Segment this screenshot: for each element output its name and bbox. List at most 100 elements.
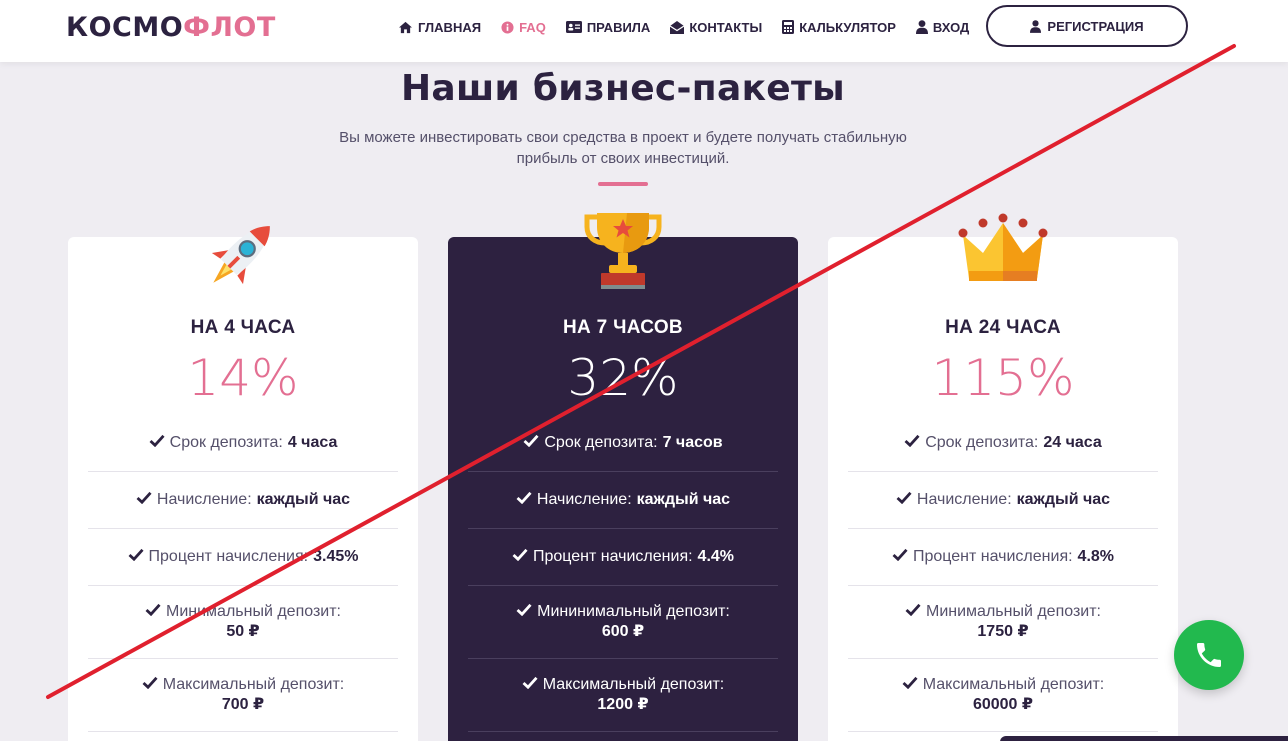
check-icon bbox=[904, 434, 920, 452]
term-row-max-deposit: Максимальный депозит: 700 ₽ bbox=[88, 659, 398, 732]
logo[interactable]: КОСМОФЛОТ bbox=[66, 12, 276, 43]
term-row-duration: Срок депозита: 4 часа bbox=[88, 415, 398, 472]
section-subtitle: Вы можете инвестировать свои средства в … bbox=[298, 127, 948, 169]
nav-login[interactable]: ВХОД bbox=[915, 18, 970, 36]
home-icon bbox=[399, 21, 412, 33]
package-title: НА 4 ЧАСА bbox=[190, 317, 296, 338]
crown-icon bbox=[958, 213, 1048, 281]
nav-contacts[interactable]: КОНТАКТЫ bbox=[670, 18, 762, 36]
check-icon bbox=[512, 548, 528, 566]
term-value: 50 ₽ bbox=[226, 623, 260, 640]
term-label: Мининимальный депозит: bbox=[537, 603, 730, 620]
phone-icon bbox=[1197, 643, 1221, 667]
package-percent: 115% bbox=[931, 349, 1075, 407]
trophy-icon bbox=[584, 213, 662, 289]
package-title: НА 7 ЧАСОВ bbox=[563, 317, 683, 338]
term-row-duration: Срок депозита: 24 часа bbox=[848, 415, 1158, 472]
check-icon bbox=[902, 676, 918, 694]
term-value: 60000 ₽ bbox=[972, 696, 1034, 713]
check-icon bbox=[905, 603, 921, 621]
rocket-icon bbox=[211, 226, 270, 285]
check-icon bbox=[522, 676, 538, 694]
check-icon bbox=[516, 603, 532, 621]
term-label: Начисление: bbox=[156, 491, 252, 508]
check-icon bbox=[136, 491, 152, 509]
info-icon bbox=[501, 20, 514, 34]
term-row-rate: Процент начисления: 3.45% bbox=[88, 529, 398, 586]
term-value: 4.8% bbox=[1077, 548, 1115, 565]
package-percent: 32% bbox=[567, 349, 679, 407]
term-value: каждый час bbox=[256, 491, 351, 508]
term-label: Процент начисления: bbox=[148, 548, 309, 565]
nav-home-label: ГЛАВНАЯ bbox=[418, 19, 482, 35]
package-card-7h[interactable]: НА 7 ЧАСОВ 32% Срок депозита: 7 часов Нач… bbox=[448, 213, 798, 741]
term-label: Процент начисления: bbox=[912, 548, 1073, 565]
nav-calculator-label: КАЛЬКУЛЯТОР bbox=[799, 19, 896, 35]
package-terms-list: Срок депозита: 4 часа Начисление: каждый ч… bbox=[88, 415, 398, 732]
term-label: Максимальный депозит: bbox=[542, 676, 725, 693]
envelope-icon bbox=[670, 20, 685, 34]
term-row-max-deposit: Максимальный депозит: 1200 ₽ bbox=[468, 659, 778, 732]
logo-part-1: КОСМО bbox=[66, 12, 184, 43]
package-card-24h[interactable]: НА 24 ЧАСА 115% Срок депозита: 24 часа На… bbox=[828, 213, 1178, 741]
check-icon bbox=[523, 434, 539, 452]
nav-calculator[interactable]: КАЛЬКУЛЯТОР bbox=[782, 18, 896, 36]
chat-widget-edge[interactable] bbox=[1000, 736, 1288, 741]
term-label: Максимальный депозит: bbox=[162, 676, 345, 693]
check-icon bbox=[145, 603, 161, 621]
term-row-min-deposit: Минимальный депозит: 50 ₽ bbox=[88, 586, 398, 659]
section-subtitle-line-1: Вы можете инвестировать свои средства в … bbox=[339, 129, 907, 146]
register-button-label: РЕГИСТРАЦИЯ bbox=[1047, 18, 1144, 34]
term-label: Срок депозита: bbox=[544, 434, 658, 451]
title-divider bbox=[598, 182, 648, 186]
term-value: 4.4% bbox=[697, 548, 735, 565]
term-label: Срок депозита: bbox=[169, 434, 283, 451]
term-row-accrual: Начисление: каждый час bbox=[468, 472, 778, 529]
user-icon bbox=[1030, 19, 1042, 33]
nav-faq-label: FAQ bbox=[519, 19, 546, 35]
nav-login-label: ВХОД bbox=[932, 19, 970, 35]
term-row-min-deposit: Мининимальный депозит: 600 ₽ bbox=[468, 586, 778, 659]
term-label: Начисление: bbox=[916, 491, 1012, 508]
term-value: 1750 ₽ bbox=[977, 623, 1029, 640]
term-value: каждый час bbox=[636, 491, 731, 508]
id-card-icon bbox=[565, 21, 582, 33]
term-value: 700 ₽ bbox=[221, 696, 265, 713]
term-value: 3.45% bbox=[313, 548, 359, 565]
term-row-accrual: Начисление: каждый час bbox=[88, 472, 398, 529]
nav-rules-label: ПРАВИЛА bbox=[586, 19, 651, 35]
term-value: 4 часа bbox=[287, 434, 338, 451]
package-percent: 14% bbox=[187, 349, 299, 407]
check-icon bbox=[896, 491, 912, 509]
term-value: 1200 ₽ bbox=[597, 696, 649, 713]
register-button[interactable]: РЕГИСТРАЦИЯ bbox=[986, 5, 1188, 47]
package-terms-list: Срок депозита: 7 часов Начисление: каждый … bbox=[468, 415, 778, 732]
check-icon bbox=[149, 434, 165, 452]
term-row-rate: Процент начисления: 4.4% bbox=[468, 529, 778, 586]
term-label: Начисление: bbox=[536, 491, 632, 508]
site-header: КОСМОФЛОТ ГЛАВНАЯ FAQ ПРАВИЛА КОНТАКТЫ К… bbox=[0, 0, 1288, 62]
term-value: 7 часов bbox=[662, 434, 723, 451]
check-icon bbox=[142, 676, 158, 694]
term-row-max-deposit: Максимальный депозит: 60000 ₽ bbox=[848, 659, 1158, 732]
term-row-accrual: Начисление: каждый час bbox=[848, 472, 1158, 529]
package-terms-list: Срок депозита: 24 часа Начисление: каждый … bbox=[848, 415, 1158, 732]
calculator-icon bbox=[782, 20, 795, 34]
term-row-min-deposit: Минимальный депозит: 1750 ₽ bbox=[848, 586, 1158, 659]
term-value: каждый час bbox=[1016, 491, 1111, 508]
check-icon bbox=[892, 548, 908, 566]
term-label: Максимальный депозит: bbox=[922, 676, 1105, 693]
call-button[interactable] bbox=[1174, 620, 1244, 690]
term-label: Срок депозита: bbox=[925, 434, 1039, 451]
term-row-duration: Срок депозита: 7 часов bbox=[468, 415, 778, 472]
nav-rules[interactable]: ПРАВИЛА bbox=[565, 18, 651, 36]
nav-home[interactable]: ГЛАВНАЯ bbox=[398, 18, 481, 36]
term-value: 24 часа bbox=[1043, 434, 1102, 451]
term-label: Минимальный депозит: bbox=[926, 603, 1101, 620]
main-nav: ГЛАВНАЯ FAQ ПРАВИЛА КОНТАКТЫ КАЛЬКУЛЯТОР… bbox=[398, 18, 989, 36]
user-icon bbox=[915, 20, 928, 34]
nav-faq[interactable]: FAQ bbox=[501, 18, 546, 36]
term-label: Процент начисления: bbox=[532, 548, 693, 565]
package-card-4h[interactable]: НА 4 ЧАСА 14% Срок депозита: 4 часа Начис… bbox=[68, 226, 418, 741]
package-title: НА 24 ЧАСА bbox=[945, 317, 1061, 338]
